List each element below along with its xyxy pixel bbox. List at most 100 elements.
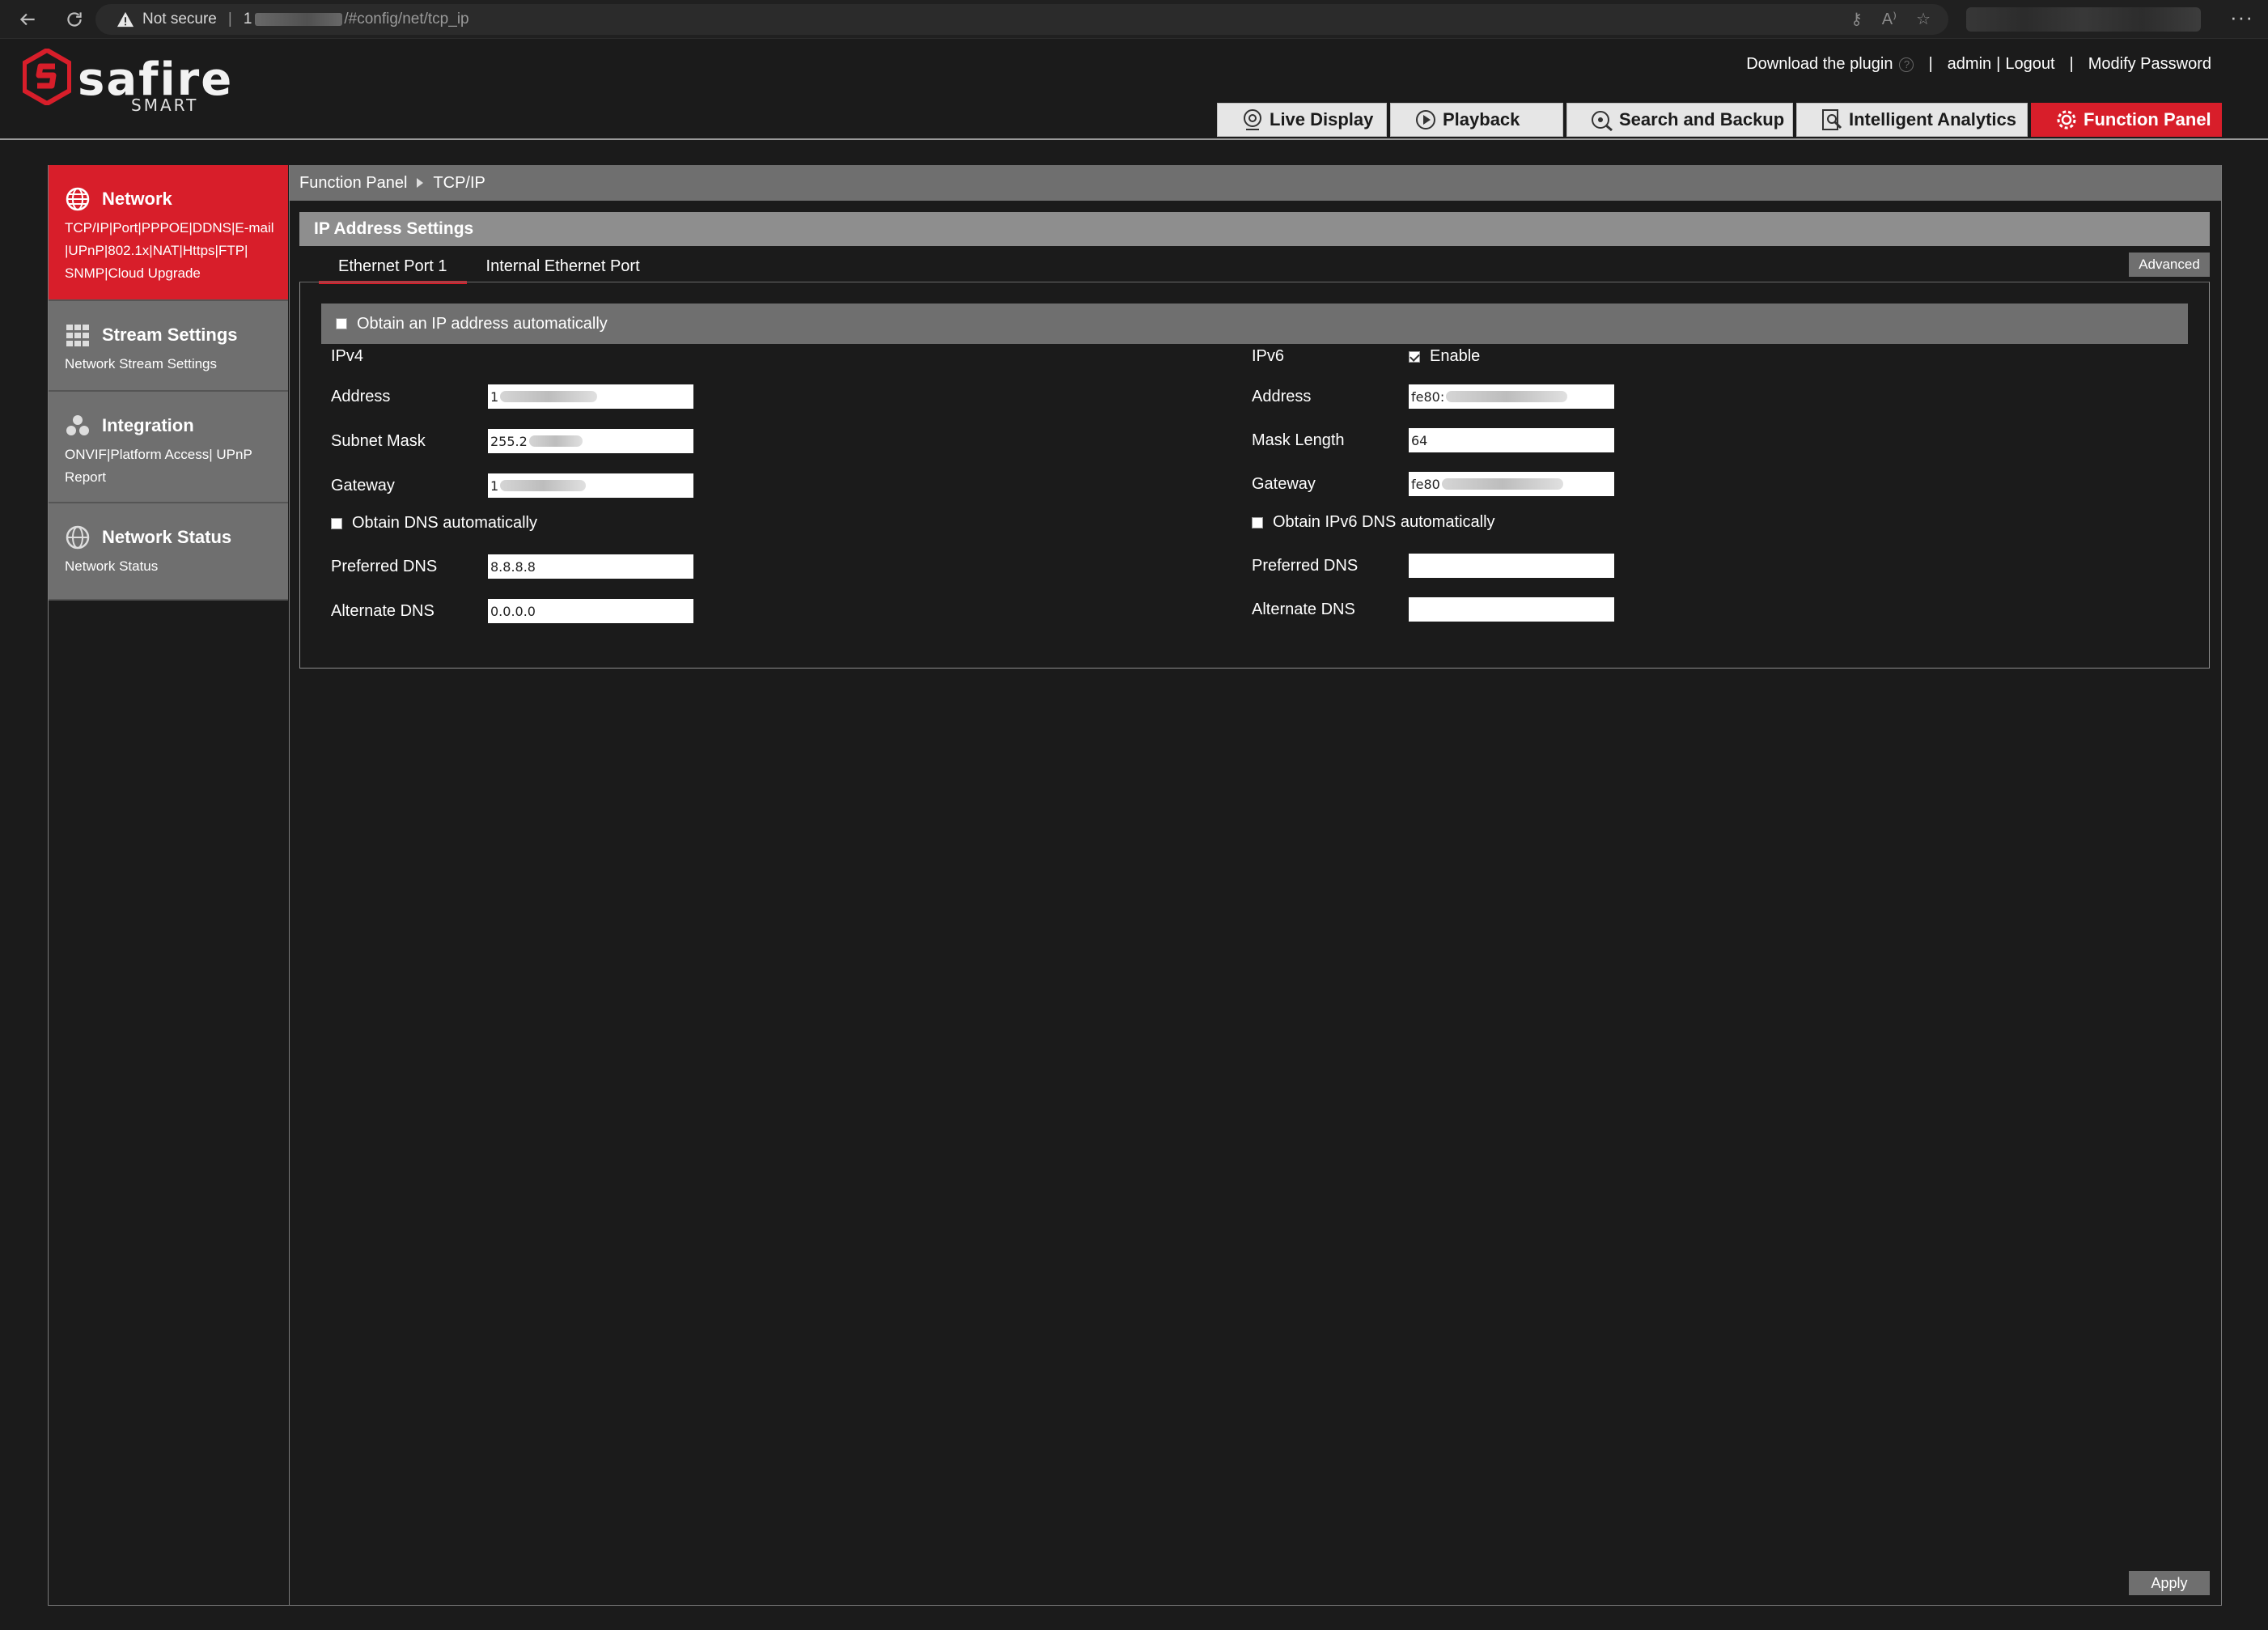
back-arrow-icon [19,13,35,25]
ipv6-gateway-field[interactable]: fe80 [1409,472,1614,496]
sidebar-item-integration[interactable]: Integration ONVIF|Platform Access| UPnP … [49,392,288,503]
ipv6-enable-checkbox[interactable] [1409,350,1420,363]
browser-toolbar: Not secure | 1 /#config/net/tcp_ip ⚷ A⁾ … [0,0,2268,39]
divider: | [1996,55,2001,73]
brand-logo: safire SMART [23,47,231,115]
network-status-icon [66,525,90,550]
extensions-area[interactable] [1966,7,2201,32]
warning-icon [117,11,134,28]
favorite-icon[interactable]: ☆ [1916,9,1931,29]
section-title: IP Address Settings [299,212,2210,246]
sub-tabs: Ethernet Port 1 Internal Ethernet Port [319,251,659,284]
ipv4-address-row: Address 1 [331,384,693,409]
sidebar-item-title: Network Status [102,527,232,547]
main-nav-tabs: Live Display Playback Search and Backup … [1217,103,2222,137]
tab-ethernet-port-1[interactable]: Ethernet Port 1 [319,251,467,284]
reload-button[interactable] [58,3,91,36]
ipv6-gateway-row: Gateway fe80 [1252,472,1614,496]
tab-playback[interactable]: Playback [1390,103,1563,137]
security-label[interactable]: Not secure [142,11,217,28]
download-plugin-link[interactable]: Download the plugin [1746,55,1893,74]
field-value: 255.2 [490,433,528,449]
redacted-value [1441,478,1563,490]
logout-link[interactable]: Logout [2005,55,2054,74]
sidebar-item-subtitle[interactable]: ONVIF|Platform Access| UPnP Report [65,444,288,489]
ipv6-gateway-label: Gateway [1252,474,1316,493]
ipv4-alternate-dns-row: Alternate DNS 0.0.0.0 [331,599,693,623]
ipv6-obtain-dns-row: Obtain IPv6 DNS automatically [1252,513,1495,532]
main-content: Function Panel TCP/IP IP Address Setting… [289,165,2222,1606]
divider: | [2069,55,2074,73]
key-icon[interactable]: ⚷ [1850,9,1863,29]
field-value: fe80: [1411,388,1445,405]
ipv6-enable-label: Enable [1430,347,1481,365]
tab-label: Search and Backup [1619,109,1785,129]
sidebar-item-title: Network [102,189,172,209]
ipv4-subnet-field[interactable]: 255.2 [488,429,693,453]
ipv4-gateway-field[interactable]: 1 [488,473,693,498]
ipv6-heading-row: IPv6 Enable [1252,347,1480,366]
breadcrumb-root[interactable]: Function Panel [299,174,407,193]
tab-label: Intelligent Analytics [1849,109,2017,129]
tab-internal-ethernet-port[interactable]: Internal Ethernet Port [467,251,659,284]
apply-button[interactable]: Apply [2129,1571,2210,1595]
modify-password-link[interactable]: Modify Password [2088,55,2211,74]
tab-function-panel[interactable]: Function Panel [2031,103,2222,137]
obtain-ipv6-dns-checkbox[interactable] [1252,516,1263,528]
ipv6-address-label: Address [1252,387,1312,405]
ipv6-alternate-dns-field[interactable] [1409,597,1614,622]
brand-sub: SMART [131,96,199,115]
back-button[interactable] [11,3,44,36]
ipv6-address-field[interactable]: fe80: [1409,384,1614,409]
ip-settings-panel: Obtain an IP address automatically IPv4 … [299,282,2210,669]
integration-icon [66,415,89,435]
sidebar-item-network-status[interactable]: Network Status Network Status [49,503,288,601]
ipv4-address-label: Address [331,387,391,405]
sidebar-item-network[interactable]: Network TCP/IP|Port|PPPOE|DDNS|E-mail |U… [49,165,288,301]
ipv4-gateway-row: Gateway 1 [331,473,693,498]
sidebar: Network TCP/IP|Port|PPPOE|DDNS|E-mail |U… [48,165,289,1606]
ipv4-subnet-row: Subnet Mask 255.2 [331,429,693,453]
gear-icon [2057,110,2076,129]
ipv6-preferred-dns-row: Preferred DNS [1252,554,1614,578]
logo-s-icon [23,49,71,105]
ipv4-gateway-label: Gateway [331,476,395,495]
ipv6-address-row: Address fe80: [1252,384,1614,409]
advanced-button[interactable]: Advanced [2129,253,2210,277]
tab-intelligent-analytics[interactable]: Intelligent Analytics [1796,103,2028,137]
sidebar-item-subtitle[interactable]: Network Stream Settings [65,353,288,376]
ipv4-address-field[interactable]: 1 [488,384,693,409]
help-icon[interactable]: ? [1899,57,1914,72]
grid-icon [66,325,89,346]
ipv6-mask-field[interactable]: 64 [1409,428,1614,452]
sidebar-item-stream-settings[interactable]: Stream Settings Network Stream Settings [49,301,288,392]
ipv4-subnet-label: Subnet Mask [331,431,426,450]
breadcrumb-current: TCP/IP [433,173,485,192]
read-aloud-icon[interactable]: A⁾ [1882,9,1897,29]
breadcrumb: Function Panel TCP/IP [290,165,2221,201]
sidebar-item-subtitle[interactable]: TCP/IP|Port|PPPOE|DDNS|E-mail |UPnP|802.… [65,217,288,285]
tab-live-display[interactable]: Live Display [1217,103,1387,137]
ipv4-heading: IPv4 [331,347,364,365]
top-links: Download the plugin ? | admin | Logout |… [1746,55,2211,74]
alternate-dns-field[interactable]: 0.0.0.0 [488,599,693,623]
obtain-dns-checkbox[interactable] [331,517,342,529]
live-display-icon [1244,109,1261,130]
sidebar-item-subtitle[interactable]: Network Status [65,555,288,578]
url-host-redacted [255,13,343,26]
obtain-ip-checkbox[interactable] [336,318,347,329]
ipv4-heading-row: IPv4 [331,347,488,366]
ipv6-heading: IPv6 [1252,347,1285,365]
preferred-dns-field[interactable]: 8.8.8.8 [488,554,693,579]
obtain-ip-label: Obtain an IP address automatically [357,314,608,333]
tab-label: Function Panel [2084,109,2211,129]
redacted-value [500,480,587,491]
ipv4-obtain-dns-row: Obtain DNS automatically [331,514,537,533]
breadcrumb-arrow-icon [417,178,424,188]
tab-search-backup[interactable]: Search and Backup [1566,103,1793,137]
address-bar[interactable]: Not secure | 1 /#config/net/tcp_ip ⚷ A⁾ … [95,4,1948,35]
more-menu-icon[interactable]: ··· [2230,5,2253,30]
redacted-value [528,435,583,447]
field-value: 1 [490,478,499,494]
ipv6-preferred-dns-field[interactable] [1409,554,1614,578]
